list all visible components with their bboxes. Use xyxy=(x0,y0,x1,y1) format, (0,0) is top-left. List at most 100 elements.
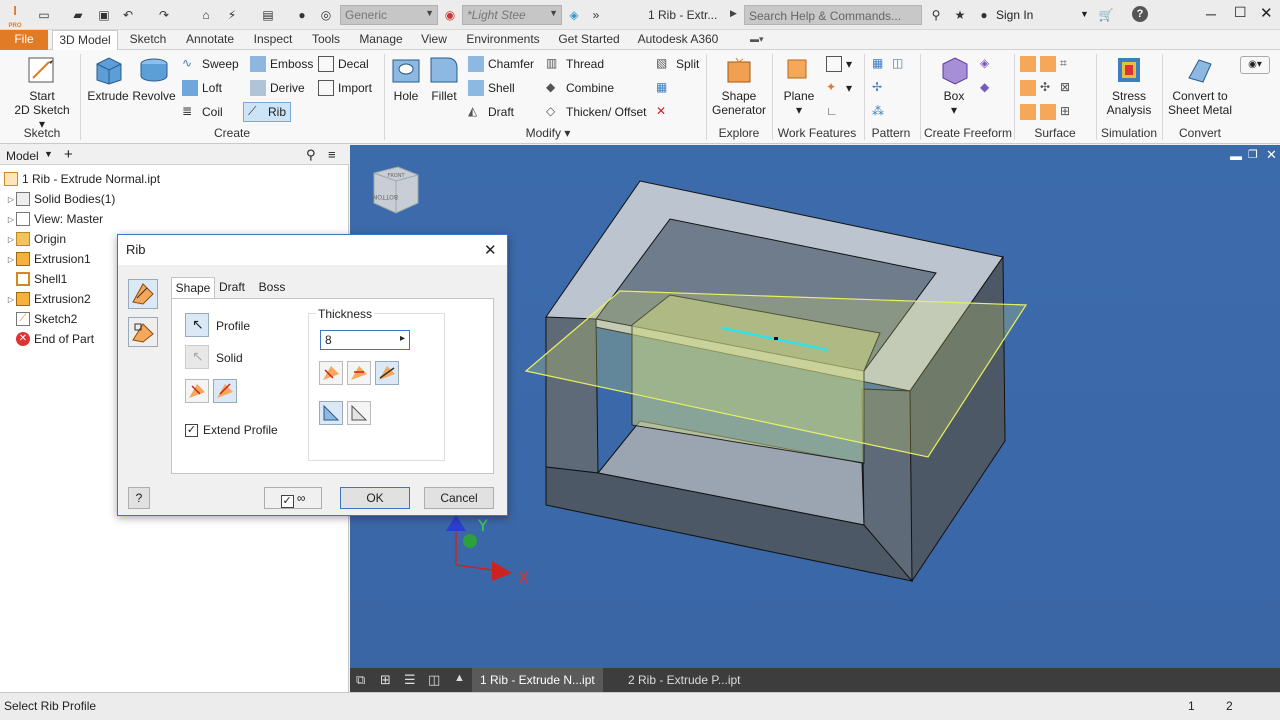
ucs-button[interactable]: ∟ xyxy=(826,102,842,122)
import-button[interactable]: Import xyxy=(318,78,372,98)
tree-root[interactable]: 1 Rib - Extrude Normal.ipt xyxy=(4,169,160,189)
home-icon[interactable]: ⌂ xyxy=(198,7,214,23)
repair-button[interactable]: ⊞ xyxy=(1020,102,1076,122)
loft-button[interactable]: Loft xyxy=(182,78,222,98)
combine-button[interactable]: ◆ Combine xyxy=(546,78,614,98)
help-button[interactable]: ? xyxy=(128,487,150,509)
decal-button[interactable]: Decal xyxy=(318,54,369,74)
thickness-input[interactable]: 8 ▸ xyxy=(320,330,410,350)
tab-inspect[interactable]: Inspect xyxy=(248,30,298,50)
tab-manage[interactable]: Manage xyxy=(354,30,408,50)
axis-button[interactable]: ▾ xyxy=(826,54,852,74)
tree-item-origin[interactable]: ▷ Origin xyxy=(6,229,66,249)
title-expand-icon[interactable]: ▶ xyxy=(730,8,737,19)
tab-environments[interactable]: Environments xyxy=(460,30,546,50)
add-browser-icon[interactable]: + xyxy=(64,146,73,163)
measure-icon[interactable]: ● xyxy=(294,7,310,23)
stitch-button[interactable]: ⌗ xyxy=(1020,54,1076,74)
taper-1-button[interactable] xyxy=(319,401,343,425)
hole-button[interactable]: Hole xyxy=(388,54,424,103)
tab-shape[interactable]: Shape xyxy=(171,277,215,299)
new-icon[interactable]: ▭ xyxy=(36,7,52,23)
trim-button[interactable]: ✣ ⊠ xyxy=(1020,78,1076,98)
ok-button[interactable]: OK xyxy=(340,487,410,509)
shape-generator-button[interactable]: Shape Generator xyxy=(708,54,770,117)
doc-tab-2[interactable]: 2 Rib - Extrude P...ipt xyxy=(620,668,749,692)
extend-profile-checkbox[interactable]: ✓ Extend Profile xyxy=(185,423,278,437)
extents-finite-button[interactable] xyxy=(347,361,371,385)
direction-1-button[interactable] xyxy=(185,379,209,403)
appearance-combo[interactable]: *Light Stee ▼ xyxy=(462,5,562,25)
rib-button[interactable]: ⟋ Rib xyxy=(243,102,292,122)
tile-icon[interactable]: ⊞ xyxy=(380,672,391,688)
appearance-icon[interactable]: ◉ xyxy=(442,7,458,23)
tab-file[interactable]: File xyxy=(0,30,48,50)
cascade-icon[interactable]: ⧉ xyxy=(356,672,365,688)
shell-button[interactable]: Shell xyxy=(468,78,515,98)
tree-item-view-master[interactable]: ▷ View: Master xyxy=(6,209,103,229)
open-icon[interactable]: ▰ xyxy=(70,7,86,23)
search-icon[interactable]: ⚲ xyxy=(306,147,316,163)
browser-title[interactable]: Model xyxy=(6,149,39,163)
browser-dropdown-icon[interactable]: ▼ xyxy=(44,149,53,159)
tree-item-solid-bodies[interactable]: ▷ Solid Bodies(1) xyxy=(6,189,115,209)
freeform-convert-button[interactable]: ◆ xyxy=(980,78,996,98)
start-2d-sketch-button[interactable]: Start 2D Sketch ▾ xyxy=(10,54,74,131)
user-icon[interactable]: ● xyxy=(976,7,992,23)
coil-button[interactable]: ≣ Coil xyxy=(182,102,223,122)
close-icon[interactable]: ✕ xyxy=(1260,4,1273,22)
tab-annotate[interactable]: Annotate xyxy=(180,30,240,50)
sweep-button[interactable]: ∿ Sweep xyxy=(182,54,239,74)
vertical-icon[interactable]: ◫ xyxy=(428,672,440,688)
minimize-icon[interactable]: ─ xyxy=(1206,6,1216,22)
cart-icon[interactable]: 🛒 xyxy=(1098,7,1114,23)
globe-icon[interactable]: ◎ xyxy=(318,7,334,23)
tree-item-end-of-part[interactable]: ✕ End of Part xyxy=(6,329,94,349)
split-button[interactable]: ▧ Split xyxy=(656,54,699,74)
redo-icon[interactable]: ↷ xyxy=(156,7,172,23)
chevron-down-icon[interactable]: ▼ xyxy=(1080,9,1089,19)
convert-to-sheet-metal-button[interactable]: Convert to Sheet Metal xyxy=(1166,54,1234,117)
tab-get-started[interactable]: Get Started xyxy=(554,30,624,50)
revolve-button[interactable]: Revolve xyxy=(132,54,176,103)
material-combo[interactable]: Generic ▼ xyxy=(340,5,438,25)
emboss-button[interactable]: Emboss xyxy=(250,54,313,74)
fillet-button[interactable]: Fillet xyxy=(426,54,462,103)
tab-sketch[interactable]: Sketch xyxy=(124,30,172,50)
tab-autodesk-a360[interactable]: Autodesk A360 xyxy=(632,30,724,50)
tree-item-sketch2[interactable]: ⟋ Sketch2 xyxy=(6,309,77,329)
extents-to-next-button[interactable] xyxy=(319,361,343,385)
taper-2-button[interactable] xyxy=(347,401,371,425)
tree-item-shell1[interactable]: Shell1 xyxy=(6,269,67,289)
tab-boss[interactable]: Boss xyxy=(257,277,287,299)
stress-analysis-button[interactable]: Stress Analysis xyxy=(1100,54,1158,117)
help-icon[interactable]: ? xyxy=(1132,6,1148,22)
thread-button[interactable]: ▥ Thread xyxy=(546,54,604,74)
point-button[interactable]: ✦ ▾ xyxy=(826,78,852,98)
preview-toggle[interactable]: ✓ ∞ xyxy=(264,487,322,509)
freeform-edit-button[interactable]: ◈ xyxy=(980,54,996,74)
tab-draft[interactable]: Draft xyxy=(217,277,247,299)
solid-select-button[interactable]: ↖ xyxy=(185,345,209,369)
circular-pattern-button[interactable]: ✢ xyxy=(872,78,888,98)
chevron-up-icon[interactable]: ▲ xyxy=(454,672,465,684)
box-button[interactable]: Box ▾ xyxy=(934,54,974,117)
rectangular-pattern-button[interactable]: ▦ ◫ xyxy=(872,54,908,74)
draft-button[interactable]: ◭ Draft xyxy=(468,102,514,122)
binoculars-icon[interactable]: ⚲ xyxy=(928,7,944,23)
tree-item-extrusion2[interactable]: ▷ Extrusion2 xyxy=(6,289,91,309)
cancel-button[interactable]: Cancel xyxy=(424,487,494,509)
direction-2-button[interactable] xyxy=(213,379,237,403)
delete-face-button[interactable]: ✕ xyxy=(656,102,672,122)
rib-mode-button[interactable] xyxy=(128,279,158,309)
search-input[interactable]: Search Help & Commands... xyxy=(744,5,922,25)
ribbon-options-icon[interactable]: ◉▾ xyxy=(1240,56,1270,74)
save-icon[interactable]: ▣ xyxy=(96,7,112,23)
panel-modify-label[interactable]: Modify ▾ xyxy=(498,126,598,140)
horizontal-icon[interactable]: ☰ xyxy=(404,672,416,688)
thicken-offset-button[interactable]: ◇ Thicken/ Offset xyxy=(546,102,646,122)
undo-icon[interactable]: ↶ xyxy=(120,7,136,23)
update-icon[interactable]: ⚡ xyxy=(224,7,240,23)
select-icon[interactable]: ▤ xyxy=(260,7,276,23)
doc-tab-1[interactable]: 1 Rib - Extrude N...ipt xyxy=(472,668,603,692)
